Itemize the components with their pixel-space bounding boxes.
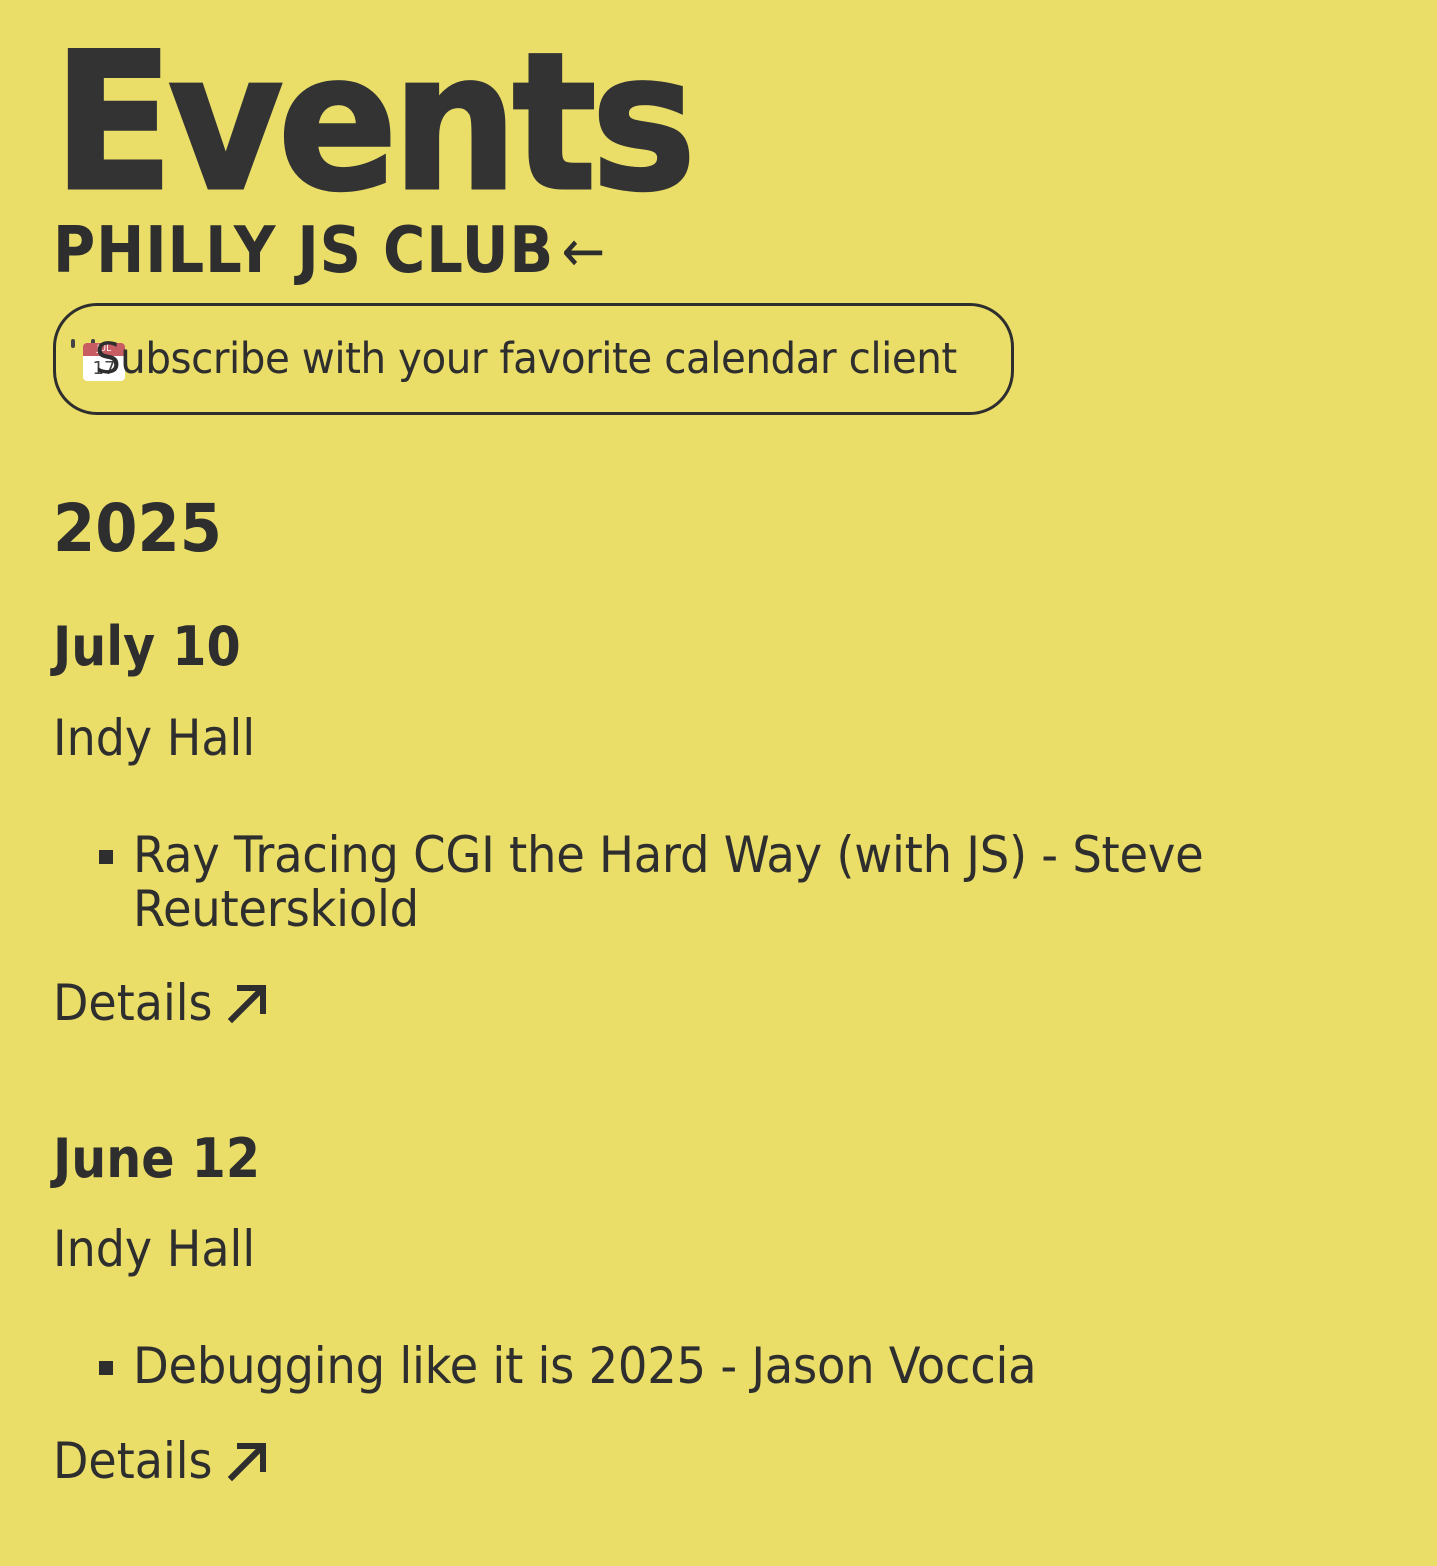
details-link[interactable]: Details <box>53 1436 272 1486</box>
club-link-label: PHILLY JS CLUB <box>53 214 555 288</box>
bullet-icon <box>99 1361 113 1375</box>
arrow-up-right-icon <box>228 984 267 1024</box>
event-venue: Indy Hall <box>53 1220 256 1278</box>
subscribe-calendar-button[interactable]: JUL 17 Subscribe with your favorite cale… <box>53 303 1014 415</box>
details-link[interactable]: Details <box>53 978 272 1028</box>
talk-list: Debugging like it is 2025 - Jason Voccia <box>53 1339 1353 1393</box>
talk-item: Debugging like it is 2025 - Jason Voccia <box>53 1339 1293 1393</box>
arrow-up-right-icon <box>228 1442 267 1482</box>
philly-js-club-link[interactable]: PHILLY JS CLUB ← <box>53 219 606 283</box>
talk-title: Debugging like it is 2025 - Jason Voccia <box>133 1337 1037 1395</box>
arrow-left-icon: ← <box>561 217 607 285</box>
page-title: Events <box>52 12 698 233</box>
details-label: Details <box>53 974 213 1032</box>
event-item: June 12 Indy Hall Debugging like it is 2… <box>53 1127 1393 1487</box>
subscribe-label: Subscribe with your favorite calendar cl… <box>95 333 957 384</box>
event-venue: Indy Hall <box>53 709 256 767</box>
talk-item: Ray Tracing CGI the Hard Way (with JS) -… <box>53 828 1293 936</box>
event-item: July 10 Indy Hall Ray Tracing CGI the Ha… <box>53 615 1393 1029</box>
talk-title: Ray Tracing CGI the Hard Way (with JS) -… <box>133 826 1204 938</box>
event-date: June 12 <box>53 1127 261 1190</box>
year-heading: 2025 <box>53 490 223 567</box>
talk-list: Ray Tracing CGI the Hard Way (with JS) -… <box>53 828 1353 936</box>
details-label: Details <box>53 1432 213 1490</box>
event-date: July 10 <box>53 615 241 678</box>
bullet-icon <box>99 850 113 864</box>
